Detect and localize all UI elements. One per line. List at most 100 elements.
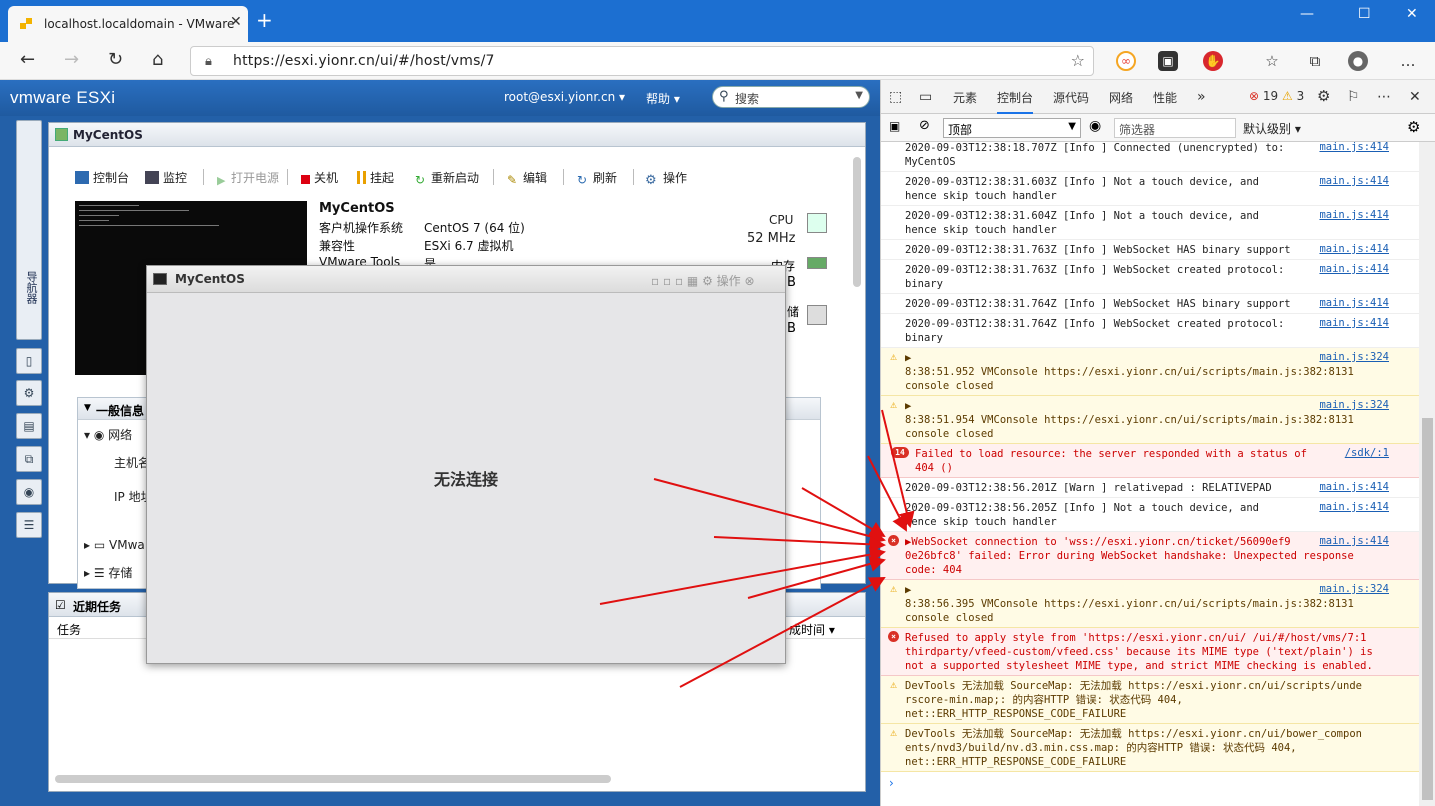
more-options-icon[interactable]: ⋯ [1377, 89, 1391, 105]
more-menu-icon[interactable]: … [1398, 51, 1418, 71]
chevron-down-icon[interactable]: ▼ [855, 90, 863, 101]
close-icon[interactable]: ⊗ [745, 274, 755, 288]
console-scrollbar[interactable] [1419, 142, 1435, 806]
vmware-tools-row[interactable]: ▸ ▭ VMwa [84, 538, 145, 552]
profile-avatar[interactable]: ● [1348, 51, 1368, 71]
minimize-window-button[interactable]: — [1300, 6, 1314, 22]
monitor-nav-icon[interactable]: ▤ [16, 413, 42, 439]
completed-column[interactable]: 成时间 ▾ [789, 621, 835, 638]
navigator-collapsed-tab[interactable]: 导航器 [16, 120, 42, 340]
restart-button[interactable]: ↻ 重新启动 [415, 169, 479, 187]
console-prompt[interactable]: › [889, 776, 894, 790]
vms-nav-icon[interactable]: ⧉ [16, 446, 42, 472]
console-message[interactable]: 2020-09-03T12:38:31.763Z [Info ] WebSock… [881, 240, 1419, 260]
favorites-icon[interactable]: ☆ [1262, 51, 1282, 71]
actions-button[interactable]: ⚙ 操作 [645, 169, 687, 188]
storage-nav-icon[interactable]: ☰ [16, 512, 42, 538]
network-nav-icon[interactable]: ◉ [16, 479, 42, 505]
console-message[interactable]: ⚠ ▶ 8:38:56.395 VMConsole https://esxi.yi… [881, 580, 1419, 628]
console-message[interactable]: 2020-09-03T12:38:31.604Z [Info ] Not a t… [881, 206, 1419, 240]
tab-performance[interactable]: 性能 [1153, 89, 1177, 106]
task-column[interactable]: 任务 [57, 621, 81, 638]
device-toolbar-icon[interactable]: ▭ [919, 89, 932, 105]
console-message[interactable]: 2020-09-03T12:38:56.205Z [Info ] Not a t… [881, 498, 1419, 532]
console-message[interactable]: × Refused to apply style from 'https://es… [881, 628, 1419, 676]
console-message[interactable]: 2020-09-03T12:38:31.603Z [Info ] Not a t… [881, 172, 1419, 206]
console-message[interactable]: ⚠ ▶ 8:38:51.954 VMConsole https://esxi.yi… [881, 396, 1419, 444]
settings-gear-icon[interactable]: ⚙ [1317, 87, 1330, 105]
home-button[interactable]: ⌂ [152, 50, 163, 70]
collections-icon[interactable]: ⧉ [1305, 51, 1325, 71]
issue-counts[interactable]: ⊗ 19 ⚠ 3 [1249, 89, 1304, 103]
source-link[interactable]: main.js:414 [1319, 296, 1389, 310]
console-message[interactable]: 2020-09-03T12:38:31.764Z [Info ] WebSock… [881, 294, 1419, 314]
close-devtools-icon[interactable]: ✕ [1409, 89, 1421, 105]
live-expression-eye-icon[interactable]: ◉ [1089, 118, 1101, 134]
forward-button[interactable]: → [64, 50, 79, 70]
console-actions[interactable]: 操作 [717, 274, 741, 288]
shutdown-button[interactable]: 关机 [301, 169, 338, 186]
tab-network[interactable]: 网络 [1109, 89, 1133, 106]
source-link[interactable]: main.js:324 [1319, 582, 1389, 596]
monitor-button[interactable]: 监控 [145, 169, 187, 186]
window-icon[interactable]: ▫ [663, 274, 671, 288]
console-message[interactable]: 2020-09-03T12:38:31.764Z [Info ] WebSock… [881, 314, 1419, 348]
source-link[interactable]: main.js:414 [1319, 208, 1389, 222]
close-window-button[interactable]: ✕ [1406, 6, 1418, 22]
console-message[interactable]: ⚠ DevTools 无法加载 SourceMap: 无法加载 https://e… [881, 676, 1419, 724]
tab-console[interactable]: 控制台 [997, 89, 1034, 114]
sidebar-toggle-icon[interactable]: ▣ [889, 119, 900, 133]
source-link[interactable]: main.js:414 [1319, 316, 1389, 330]
infinity-extension-icon[interactable]: ∞ [1116, 51, 1136, 71]
inspect-icon[interactable]: ⬚ [889, 89, 902, 105]
keyboard-flag-icon[interactable]: ▦ [687, 274, 698, 288]
source-link[interactable]: main.js:414 [1319, 242, 1389, 256]
suspend-button[interactable]: 挂起 [357, 169, 394, 186]
host-nav-icon[interactable]: ▯ [16, 348, 42, 374]
source-link[interactable]: main.js:414 [1319, 480, 1389, 494]
source-link[interactable]: /sdk/:1 [1345, 446, 1389, 460]
window-icon[interactable]: ▫ [675, 274, 683, 288]
source-link[interactable]: main.js:414 [1319, 142, 1389, 154]
horizontal-scrollbar[interactable] [55, 775, 611, 783]
edit-button[interactable]: ✎ 编辑 [507, 169, 547, 187]
scrollbar-thumb[interactable] [1422, 418, 1433, 800]
refresh-button[interactable]: ↻ 刷新 [577, 169, 617, 187]
log-level-dropdown[interactable]: 默认级别 ▾ [1243, 120, 1301, 137]
source-link[interactable]: main.js:414 [1319, 174, 1389, 188]
console-message[interactable]: ⚠ ▶ 8:38:51.952 VMConsole https://esxi.yi… [881, 348, 1419, 396]
help-menu[interactable]: 帮助 ▾ [646, 90, 680, 107]
user-menu[interactable]: root@esxi.yionr.cn ▾ [504, 90, 625, 104]
source-link[interactable]: main.js:414 [1319, 534, 1389, 548]
manage-nav-icon[interactable]: ⚙ [16, 380, 42, 406]
console-message[interactable]: ⚠ DevTools 无法加载 SourceMap: 无法加载 https://e… [881, 724, 1419, 772]
new-tab-button[interactable]: + [256, 10, 273, 30]
vertical-scrollbar[interactable] [853, 157, 861, 287]
tab-elements[interactable]: 元素 [953, 89, 977, 106]
source-link[interactable]: main.js:324 [1319, 350, 1389, 364]
favorite-star-icon[interactable]: ☆ [1071, 51, 1085, 70]
console-message[interactable]: 14 Failed to load resource: the server re… [881, 444, 1419, 478]
filter-input[interactable]: 筛选器 [1114, 118, 1236, 138]
search-box[interactable]: ⚲ 搜索 ▼ [712, 86, 870, 108]
browser-tab[interactable]: localhost.localdomain - VMware ✕ [8, 6, 248, 42]
context-selector[interactable]: 顶部 ▼ [943, 118, 1081, 138]
address-bar[interactable]: 🔒︎ https://esxi.yionr.cn/ui/#/host/vms/7… [190, 46, 1094, 76]
console-settings-icon[interactable]: ⚙ [1407, 118, 1420, 136]
more-tabs-button[interactable]: » [1197, 89, 1206, 105]
window-icon[interactable]: ▫ [651, 274, 659, 288]
source-link[interactable]: main.js:414 [1319, 500, 1389, 514]
console-message[interactable]: 2020-09-03T12:38:56.201Z [Warn ] relativ… [881, 478, 1419, 498]
gear-icon[interactable]: ⚙ [702, 274, 713, 288]
tab-sources[interactable]: 源代码 [1053, 89, 1089, 106]
back-button[interactable]: ← [20, 50, 35, 70]
console-button[interactable]: 控制台 [75, 169, 129, 186]
console-message[interactable]: 2020-09-03T12:38:31.763Z [Info ] WebSock… [881, 260, 1419, 294]
console-message[interactable]: × ▶WebSocket connection to 'wss://esxi.yi… [881, 532, 1419, 580]
power-on-button[interactable]: ▶ 打开电源 [217, 169, 279, 187]
feedback-icon[interactable]: ⚐ [1347, 89, 1360, 105]
source-link[interactable]: main.js:324 [1319, 398, 1389, 412]
close-tab-icon[interactable]: ✕ [230, 14, 242, 30]
source-link[interactable]: main.js:414 [1319, 262, 1389, 276]
network-row[interactable]: ▾ ◉ 网络 [84, 426, 132, 443]
